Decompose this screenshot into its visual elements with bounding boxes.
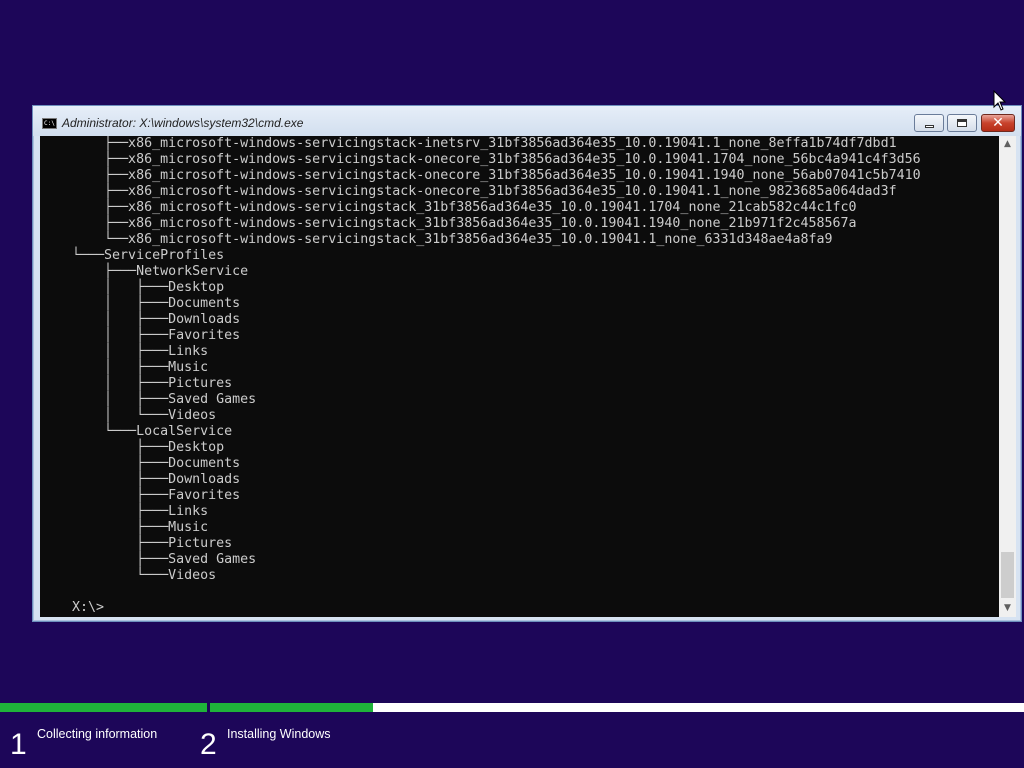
progress-bar-collecting bbox=[0, 703, 207, 712]
window-title: Administrator: X:\windows\system32\cmd.e… bbox=[62, 116, 304, 130]
progress-fill-collecting bbox=[0, 703, 207, 712]
maximize-button[interactable] bbox=[947, 114, 977, 132]
scrollbar-thumb[interactable] bbox=[1001, 552, 1014, 598]
minimize-button[interactable] bbox=[914, 114, 944, 132]
scroll-down-arrow-icon[interactable]: ▼ bbox=[999, 600, 1016, 617]
console-area[interactable]: ├──x86_microsoft-windows-servicingstack-… bbox=[40, 136, 1016, 617]
close-button[interactable]: ✕ bbox=[981, 114, 1015, 132]
cmd-window[interactable]: C:\ Administrator: X:\windows\system32\c… bbox=[32, 105, 1022, 622]
step-label: Installing Windows bbox=[227, 727, 331, 741]
console-output[interactable]: ├──x86_microsoft-windows-servicingstack-… bbox=[40, 136, 998, 616]
cmd-app-icon[interactable]: C:\ bbox=[42, 118, 57, 129]
title-bar[interactable]: C:\ Administrator: X:\windows\system32\c… bbox=[33, 106, 1021, 136]
progress-bar-installing bbox=[210, 703, 1024, 712]
step-number: 1 bbox=[10, 728, 27, 761]
step-label: Collecting information bbox=[37, 727, 158, 741]
close-icon: ✕ bbox=[992, 115, 1004, 131]
mouse-pointer-icon bbox=[993, 90, 1007, 111]
maximize-icon bbox=[957, 119, 967, 127]
progress-fill-installing bbox=[210, 703, 373, 712]
minimize-icon bbox=[924, 124, 934, 128]
vertical-scrollbar[interactable]: ▲ ▼ bbox=[999, 136, 1016, 617]
step-number: 2 bbox=[200, 728, 217, 761]
scroll-up-arrow-icon[interactable]: ▲ bbox=[999, 136, 1016, 153]
